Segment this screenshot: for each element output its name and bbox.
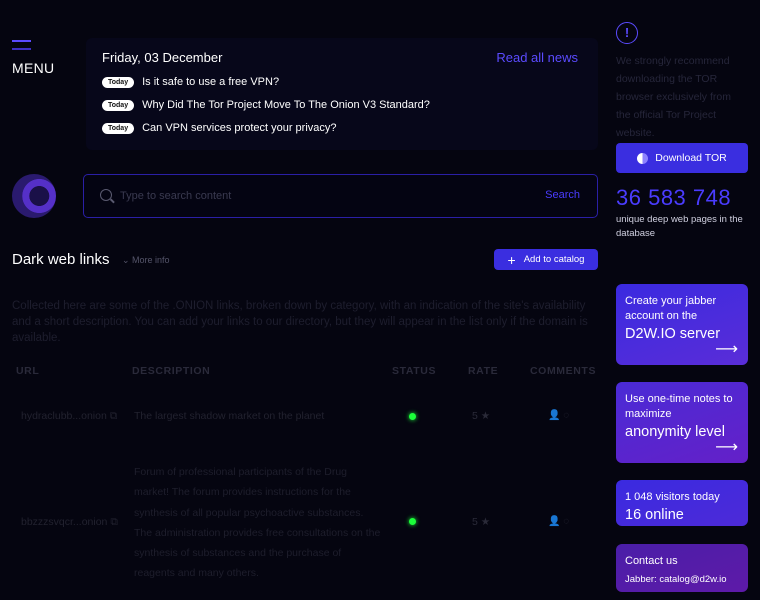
site-logo[interactable] xyxy=(12,174,56,218)
download-tor-button[interactable]: Download TOR xyxy=(616,143,748,173)
column-header-status[interactable]: STATUS xyxy=(392,365,436,377)
today-badge: Today xyxy=(102,122,135,134)
visitors-today: 1 048 visitors today xyxy=(625,491,720,503)
url-text[interactable]: bbzzzsvqcr...onion xyxy=(21,516,107,528)
card-text: Create your jabber account on the xyxy=(625,295,717,322)
visitors-card: 1 048 visitors today 16 online xyxy=(616,480,748,526)
news-item[interactable]: Today Is it safe to use a free VPN? xyxy=(102,76,279,88)
row-description: Forum of professional participants of th… xyxy=(134,466,381,580)
row-description: The largest shadow market on the planet xyxy=(134,410,325,422)
search-bar[interactable]: Type to search content Search xyxy=(83,174,598,218)
links-description: Collected here are some of the .ONION li… xyxy=(12,300,588,344)
page-title: Dark web links xyxy=(12,251,110,268)
menu-label: MENU xyxy=(12,60,55,76)
news-title[interactable]: Why Did The Tor Project Move To The Onio… xyxy=(142,99,430,111)
external-link-icon[interactable]: ⧉ xyxy=(110,516,118,528)
one-time-notes-card[interactable]: Use one-time notes to maximize anonymity… xyxy=(616,382,748,463)
sidebar-notice: ! We strongly recommend downloading the … xyxy=(616,22,748,142)
menu-button[interactable]: MENU xyxy=(12,40,72,76)
online-count: 16 online xyxy=(625,507,684,523)
column-header-comments[interactable]: COMMENTS xyxy=(530,365,596,377)
warning-icon: ! xyxy=(616,22,638,44)
search-icon xyxy=(100,189,112,201)
row-rate: 5 ★ xyxy=(472,516,491,528)
contact-title: Contact us xyxy=(625,555,678,567)
news-item[interactable]: Today Can VPN services protect your priv… xyxy=(102,122,337,134)
pages-count: 36 583 748 xyxy=(616,185,732,210)
chevron-down-icon: ⌄ xyxy=(122,255,133,265)
news-panel: Friday, 03 December Read all news Today … xyxy=(86,38,598,150)
arrow-right-icon: ⟶ xyxy=(715,439,738,456)
search-input[interactable]: Type to search content xyxy=(120,190,231,202)
news-title[interactable]: Can VPN services protect your privacy? xyxy=(142,122,336,134)
plus-icon: + xyxy=(507,251,516,268)
pages-count-caption: unique deep web pages in the database xyxy=(616,214,743,239)
news-date: Friday, 03 December xyxy=(102,50,223,65)
more-info-toggle[interactable]: ⌄ More info xyxy=(122,255,170,266)
today-badge: Today xyxy=(102,99,135,111)
hamburger-icon-line xyxy=(12,48,31,50)
comments-icon[interactable]: 👤 ◌ xyxy=(548,516,569,527)
status-online-indicator xyxy=(409,413,416,420)
row-url-link[interactable]: bbzzzsvqcr...onion ⧉ xyxy=(21,516,118,529)
news-title[interactable]: Is it safe to use a free VPN? xyxy=(142,76,279,88)
tor-notice-text: We strongly recommend downloading the TO… xyxy=(616,55,731,139)
column-header-url[interactable]: URL xyxy=(16,365,39,377)
url-text[interactable]: hydraclubb...onion xyxy=(21,410,107,422)
arrow-right-icon: ⟶ xyxy=(715,341,738,358)
external-link-icon[interactable]: ⧉ xyxy=(110,410,118,422)
download-tor-label: Download TOR xyxy=(655,152,727,164)
comments-icon[interactable]: 👤 ◌ xyxy=(548,410,569,421)
status-online-indicator xyxy=(409,518,416,525)
row-url-link[interactable]: hydraclubb...onion ⧉ xyxy=(21,410,117,423)
column-header-description[interactable]: DESCRIPTION xyxy=(132,365,210,377)
contact-jabber[interactable]: Jabber: catalog@d2w.io xyxy=(625,572,739,587)
card-text: Use one-time notes to maximize xyxy=(625,393,733,420)
contact-card[interactable]: Contact us Jabber: catalog@d2w.io xyxy=(616,544,748,592)
tor-icon xyxy=(637,152,649,164)
more-info-label: More info xyxy=(132,255,170,265)
add-to-catalog-label: Add to catalog xyxy=(523,254,585,265)
hamburger-icon xyxy=(12,40,31,42)
jabber-account-card[interactable]: Create your jabber account on the D2W.IO… xyxy=(616,284,748,365)
read-all-news-link[interactable]: Read all news xyxy=(496,50,578,65)
search-button[interactable]: Search xyxy=(545,189,580,201)
news-item[interactable]: Today Why Did The Tor Project Move To Th… xyxy=(102,99,430,111)
add-to-catalog-button[interactable]: + Add to catalog xyxy=(494,249,598,270)
today-badge: Today xyxy=(102,76,135,88)
column-header-rate[interactable]: RATE xyxy=(468,365,498,377)
row-rate: 5 ★ xyxy=(472,410,491,422)
